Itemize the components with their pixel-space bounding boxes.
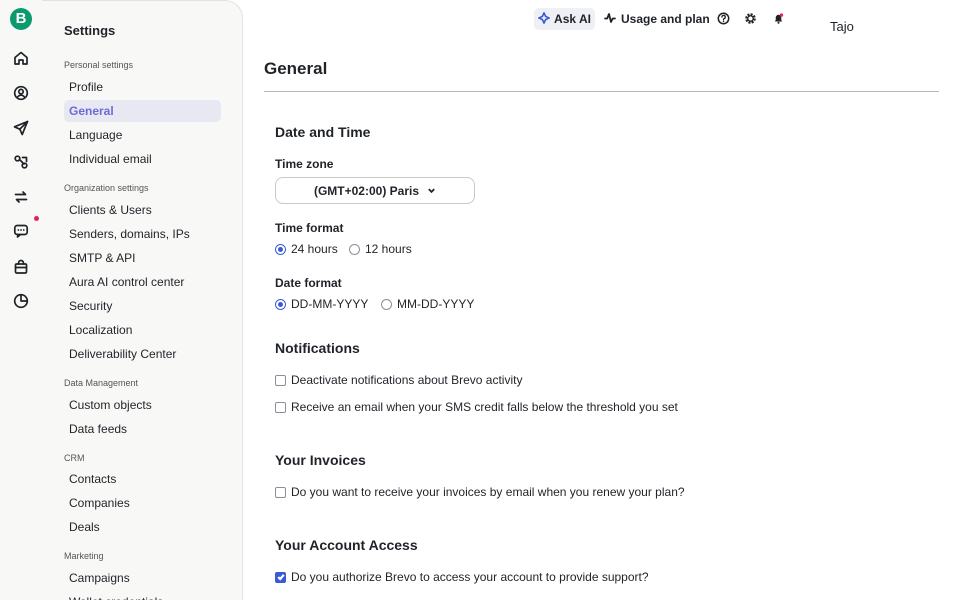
timezone-value: (GMT+02:00) Paris	[313, 183, 420, 198]
radio-button[interactable]	[349, 243, 360, 255]
help-icon[interactable]	[716, 11, 730, 25]
section-title-notifications: Notifications	[275, 340, 360, 356]
checkbox-label: Receive an email when your SMS credit fa…	[291, 400, 678, 414]
shop-icon[interactable]	[12, 258, 30, 276]
brevo-logo[interactable]: B	[10, 8, 32, 30]
gear-icon[interactable]	[743, 11, 757, 25]
page-title: General	[264, 59, 328, 78]
user-name[interactable]: Tajo	[830, 19, 854, 34]
sidebar-item-individual-email[interactable]: Individual email	[64, 148, 221, 170]
timezone-label: Time zone	[275, 157, 334, 171]
checkbox[interactable]	[275, 401, 286, 413]
ask-ai-label: Ask AI	[554, 12, 591, 26]
sidebar-item-clients-users[interactable]: Clients & Users	[64, 199, 221, 221]
settings-sidebar: Settings Personal settings Profile Gener…	[42, 0, 243, 600]
bell-icon[interactable]	[771, 11, 785, 25]
sidebar-item-wallet-credentials[interactable]: Wallet credentials	[64, 591, 221, 600]
radio-12-hours[interactable]: 12 hours	[349, 242, 412, 256]
activity-icon	[604, 12, 616, 27]
checkbox-authorize-support-access[interactable]: Do you authorize Brevo to access your ac…	[275, 570, 649, 584]
ask-ai-button[interactable]: Ask AI	[534, 8, 595, 30]
checkbox-label: Do you authorize Brevo to access your ac…	[291, 570, 649, 584]
sidebar-item-companies[interactable]: Companies	[64, 492, 221, 514]
radio-24-hours[interactable]: 24 hours	[275, 242, 338, 256]
usage-label: Usage and plan	[621, 12, 710, 26]
sidebar-item-smtp-api[interactable]: SMTP & API	[64, 247, 221, 269]
sidebar-item-contacts[interactable]: Contacts	[64, 468, 221, 490]
radio-button-selected[interactable]	[275, 243, 286, 255]
checkbox[interactable]	[275, 374, 286, 386]
group-label-data-management: Data Management	[64, 378, 139, 388]
section-title-invoices: Your Invoices	[275, 452, 366, 468]
timezone-select[interactable]: (GMT+02:00) Paris	[275, 177, 475, 204]
checkbox-label: Deactivate notifications about Brevo act…	[291, 373, 523, 387]
radio-label: DD-MM-YYYY	[291, 297, 369, 311]
sidebar-item-senders[interactable]: Senders, domains, IPs	[64, 223, 221, 245]
chat-icon[interactable]	[12, 222, 30, 240]
sidebar-item-campaigns[interactable]: Campaigns	[64, 567, 221, 589]
group-label-organization: Organization settings	[64, 183, 149, 193]
radio-mm-dd-yyyy[interactable]: MM-DD-YYYY	[381, 297, 474, 311]
sidebar-item-data-feeds[interactable]: Data feeds	[64, 418, 221, 440]
group-label-marketing: Marketing	[64, 551, 104, 561]
radio-label: 12 hours	[365, 242, 412, 256]
date-format-label: Date format	[275, 276, 342, 290]
usage-and-plan-button[interactable]: Usage and plan	[604, 8, 710, 30]
sidebar-item-custom-objects[interactable]: Custom objects	[64, 394, 221, 416]
sidebar-item-profile[interactable]: Profile	[64, 76, 221, 98]
checkbox-sms-credit-email[interactable]: Receive an email when your SMS credit fa…	[275, 400, 678, 414]
contacts-icon[interactable]	[12, 84, 30, 102]
group-label-crm: CRM	[64, 453, 85, 463]
notification-dot	[34, 216, 39, 221]
checkbox-deactivate-notifications[interactable]: Deactivate notifications about Brevo act…	[275, 373, 522, 387]
radio-button-selected[interactable]	[275, 298, 286, 310]
sidebar-item-aura-ai[interactable]: Aura AI control center	[64, 271, 221, 293]
radio-label: 24 hours	[291, 242, 338, 256]
time-format-label: Time format	[275, 221, 344, 235]
chevron-down-icon	[427, 184, 436, 198]
send-icon[interactable]	[12, 119, 30, 137]
sparkle-icon	[537, 10, 551, 27]
meetings-icon[interactable]	[12, 292, 30, 310]
sidebar-item-language[interactable]: Language	[64, 124, 221, 146]
checkbox[interactable]	[275, 486, 286, 498]
checkbox-checked[interactable]	[275, 571, 286, 583]
group-label-personal: Personal settings	[64, 60, 134, 70]
section-title-date-time: Date and Time	[275, 124, 371, 140]
home-icon[interactable]	[12, 49, 30, 67]
sidebar-item-deals[interactable]: Deals	[64, 516, 221, 538]
settings-title: Settings	[64, 23, 116, 38]
checkbox-invoices-email[interactable]: Do you want to receive your invoices by …	[275, 485, 685, 499]
sync-icon[interactable]	[12, 188, 30, 206]
radio-dd-mm-yyyy[interactable]: DD-MM-YYYY	[275, 297, 368, 311]
sidebar-item-security[interactable]: Security	[64, 295, 221, 317]
automation-icon[interactable]	[12, 153, 30, 171]
section-title-account-access: Your Account Access	[275, 537, 418, 553]
radio-label: MM-DD-YYYY	[397, 297, 475, 311]
title-divider	[264, 91, 939, 92]
checkmark-icon	[276, 574, 285, 581]
sidebar-item-deliverability[interactable]: Deliverability Center	[64, 343, 221, 365]
icon-rail: B	[0, 0, 42, 600]
checkbox-label: Do you want to receive your invoices by …	[291, 485, 685, 499]
sidebar-item-localization[interactable]: Localization	[64, 319, 221, 341]
sidebar-item-general[interactable]: General	[64, 100, 221, 122]
radio-button[interactable]	[381, 298, 392, 310]
